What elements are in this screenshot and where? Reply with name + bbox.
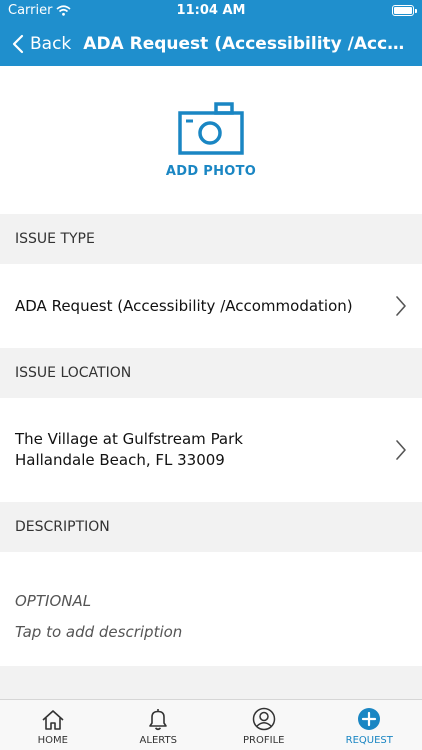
location-address: The Village at Gulfstream Park Hallandal… (15, 429, 243, 471)
description-header: DESCRIPTION (0, 502, 422, 552)
issue-location-header: ISSUE LOCATION (0, 348, 422, 398)
request-form: ADD PHOTO ISSUE TYPE ADA Request (Access… (0, 66, 422, 700)
back-button[interactable]: Back (0, 34, 71, 54)
user-icon (252, 707, 275, 731)
chevron-right-icon (396, 440, 406, 460)
page-title: ADA Request (Accessibility /Accommodatio… (83, 34, 422, 54)
tab-profile-label: PROFILE (243, 735, 285, 746)
tab-request[interactable]: REQUEST (317, 700, 422, 750)
bell-icon (149, 709, 168, 731)
issue-type-header: ISSUE TYPE (0, 214, 422, 264)
chevron-right-icon (396, 296, 406, 316)
location-name: The Village at Gulfstream Park (15, 430, 243, 448)
description-placeholder: Tap to add description (15, 623, 183, 641)
camera-icon (178, 101, 244, 155)
back-label: Back (30, 34, 72, 54)
home-icon (42, 710, 64, 730)
chevron-left-icon (12, 34, 24, 54)
tab-request-label: REQUEST (345, 735, 393, 746)
navigation-bar: Back ADA Request (Accessibility /Accommo… (0, 22, 422, 66)
tab-home[interactable]: HOME (0, 700, 106, 750)
tab-home-label: HOME (37, 735, 68, 746)
add-photo-label: ADD PHOTO (165, 163, 257, 179)
tab-bar: HOME ALERTS PROFILE REQUEST (0, 699, 422, 750)
tab-alerts-label: ALERTS (139, 735, 177, 746)
tab-alerts[interactable]: ALERTS (106, 700, 212, 750)
description-optional-label: OPTIONAL (15, 592, 92, 610)
location-city: Hallandale Beach, FL 33009 (15, 451, 225, 469)
description-input[interactable]: OPTIONAL Tap to add description (0, 552, 422, 666)
battery-icon (392, 5, 417, 16)
status-time: 11:04 AM (176, 3, 246, 18)
issue-type-row[interactable]: ADA Request (Accessibility /Accommodatio… (0, 264, 422, 348)
issue-type-value: ADA Request (Accessibility /Accommodatio… (15, 297, 353, 315)
status-bar: Carrier 11:04 AM (0, 0, 422, 22)
add-photo-button[interactable]: ADD PHOTO (0, 66, 422, 214)
tab-profile[interactable]: PROFILE (211, 700, 317, 750)
issue-location-row[interactable]: The Village at Gulfstream Park Hallandal… (0, 398, 422, 502)
plus-circle-icon (358, 708, 381, 730)
